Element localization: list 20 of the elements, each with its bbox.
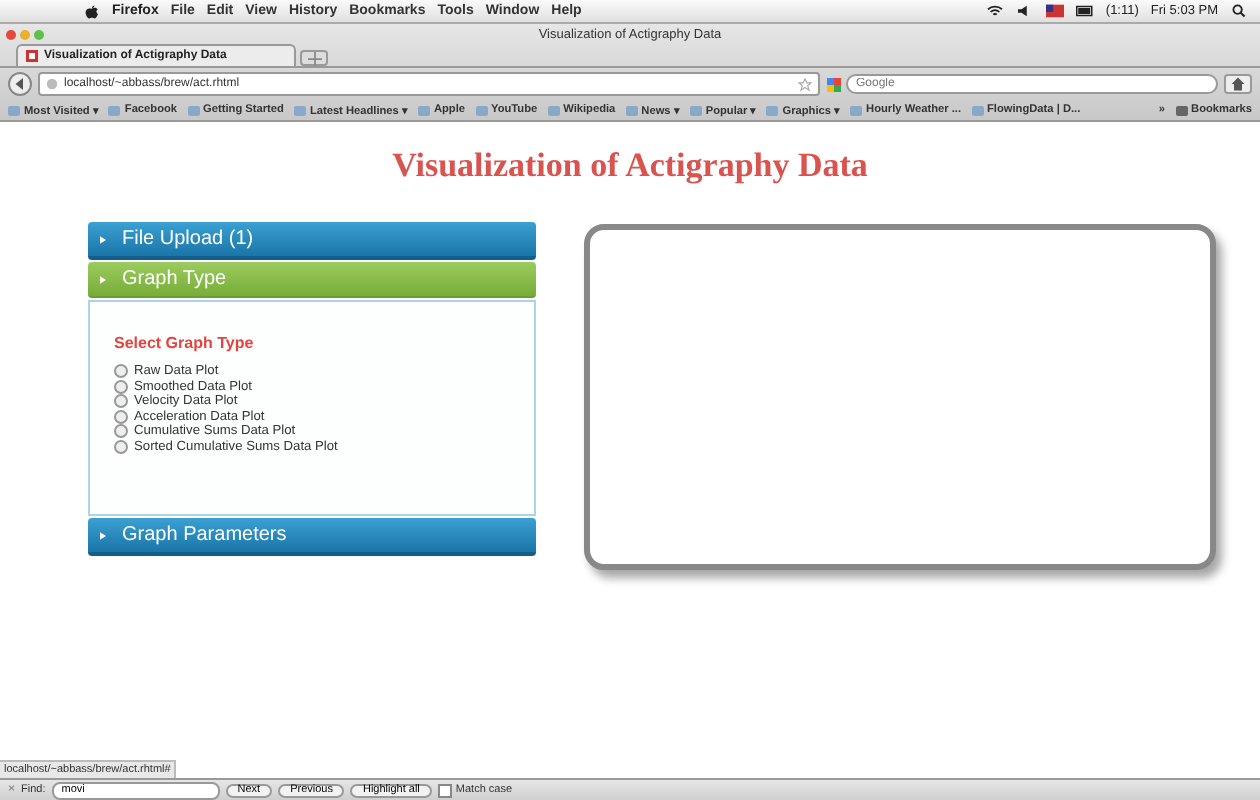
home-button[interactable] (1224, 74, 1252, 94)
triangle-icon (100, 235, 106, 243)
search-engine-icon[interactable] (826, 77, 842, 91)
triangle-icon (100, 275, 106, 283)
apple-icon[interactable] (84, 3, 100, 19)
flag-icon[interactable] (1045, 4, 1064, 18)
accordion-header[interactable]: Graph Parameters (88, 518, 536, 556)
page-icon (26, 50, 38, 62)
battery-icon[interactable] (1075, 4, 1094, 18)
new-tab-button[interactable] (300, 50, 328, 66)
page-heading: Visualization of Actigraphy Data (390, 146, 870, 186)
star-icon[interactable] (798, 77, 812, 91)
triangle-icon (100, 531, 106, 539)
section-subheading: Select Graph Type (114, 334, 256, 352)
wifi-icon[interactable] (985, 4, 1004, 18)
back-arrow-icon (14, 78, 26, 90)
accordion-header[interactable]: File Upload (1) (88, 222, 536, 260)
close-button[interactable] (6, 29, 16, 39)
back-button[interactable] (8, 72, 32, 96)
search-icon[interactable] (1230, 4, 1248, 18)
